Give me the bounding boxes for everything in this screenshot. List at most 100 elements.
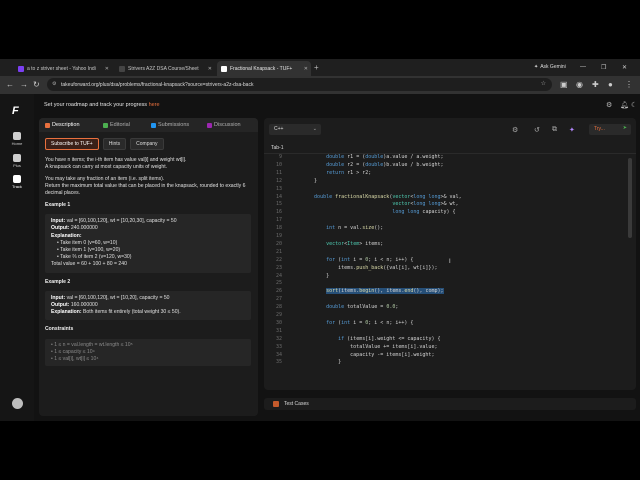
browser-tab[interactable]: Strivers A2Z DSA Course/Sheet ✕ bbox=[115, 61, 215, 76]
tab-label: Description bbox=[52, 122, 80, 128]
code-line: sort(items.begin(), items.end(), comp); bbox=[326, 288, 444, 295]
track-icon bbox=[13, 175, 21, 183]
step-text: Take item 1 (v=100, w=20) bbox=[60, 247, 121, 254]
ask-gemini-button[interactable]: ✦ Ask Gemini bbox=[534, 64, 566, 70]
line-number: 35 bbox=[275, 359, 282, 366]
profile-icon[interactable]: ● bbox=[608, 80, 613, 89]
tab-submissions[interactable]: Submissions bbox=[151, 122, 189, 128]
explanation-step: • Take item 1 (v=100, w=20) bbox=[57, 247, 121, 254]
site-info-icon[interactable]: ⚙ bbox=[52, 81, 56, 87]
close-tab-icon[interactable]: ✕ bbox=[304, 66, 308, 72]
code-line: vector<long long>& wt, bbox=[392, 201, 459, 208]
extension-icon[interactable]: ▣ bbox=[560, 80, 568, 89]
company-button[interactable]: Company bbox=[130, 138, 164, 150]
tab-description[interactable]: Description bbox=[45, 122, 80, 128]
reset-icon[interactable]: ↺ bbox=[534, 126, 540, 134]
problem-tabs: Description Editorial Submissions Discus… bbox=[39, 118, 258, 132]
bookmark-star-icon[interactable]: ☆ bbox=[541, 80, 546, 87]
scroll-fade bbox=[39, 408, 258, 416]
copy-icon[interactable]: ⧉ bbox=[552, 126, 557, 134]
ai-assist-icon[interactable]: ✦ bbox=[569, 126, 575, 134]
tab-editorial[interactable]: Editorial bbox=[103, 122, 130, 128]
ask-gemini-label: Ask Gemini bbox=[540, 64, 566, 70]
input-label: Input: bbox=[51, 294, 66, 301]
explanation-label: Explanation: bbox=[51, 309, 82, 316]
editorial-icon bbox=[103, 122, 108, 128]
settings-icon[interactable]: ⚙ bbox=[512, 126, 518, 134]
constraint-item: • 1 ≤ val[i], wt[i] ≤ 10⁴ bbox=[51, 356, 99, 363]
example-1-title: Example 1 bbox=[45, 202, 71, 209]
notification-icon[interactable]: 🔔︎ bbox=[620, 101, 629, 109]
tab-label: Editorial bbox=[110, 122, 130, 128]
line-number: 10 bbox=[275, 161, 282, 168]
address-bar[interactable]: ⚙ takeuforward.org/plus/dsa/problems/fra… bbox=[47, 78, 552, 91]
code-line: return r1 > r2; bbox=[326, 169, 372, 176]
home-icon bbox=[13, 132, 21, 140]
nav-label: Plus bbox=[13, 163, 21, 168]
forward-icon[interactable]: → bbox=[20, 80, 28, 89]
line-number: 23 bbox=[275, 264, 282, 271]
constraints-title: Constraints bbox=[45, 326, 74, 333]
back-icon[interactable]: ← bbox=[6, 80, 14, 89]
line-number: 12 bbox=[275, 177, 282, 184]
constraint-item: • 1 ≤ n = val.length = wt.length ≤ 10⁵ bbox=[51, 341, 133, 348]
minimize-icon[interactable]: — bbox=[580, 64, 586, 70]
code-editor[interactable]: 9 double r1 = (double)a.value / a.weight… bbox=[264, 154, 636, 390]
navigation-bar: ← → ↻ ⚙ takeuforward.org/plus/dsa/proble… bbox=[0, 76, 640, 94]
line-number: 33 bbox=[275, 343, 282, 350]
language-select[interactable]: C++ ⌄ bbox=[269, 124, 321, 135]
nav-home[interactable]: Home bbox=[0, 132, 34, 146]
theme-toggle-icon[interactable]: ☾ bbox=[631, 101, 637, 109]
editor-tabs: Tab-1 bbox=[264, 142, 636, 154]
input-label: Input: bbox=[51, 218, 66, 225]
code-line: items.push_back({val[i], wt[i]}); bbox=[302, 264, 438, 271]
explanation-step: • Take ⅔ of item 2 (v=120, w=30) bbox=[57, 254, 132, 261]
settings-icon[interactable]: ⚙ bbox=[606, 101, 612, 109]
example-output: 240.000000 bbox=[70, 225, 98, 232]
code-line: vector<Item> items; bbox=[326, 240, 384, 247]
close-window-icon[interactable]: ✕ bbox=[622, 64, 627, 71]
tuf-favicon-icon bbox=[119, 65, 125, 72]
line-number: 34 bbox=[275, 351, 282, 358]
line-number: 26 bbox=[275, 288, 282, 295]
line-number: 11 bbox=[275, 169, 282, 176]
line-number: 31 bbox=[275, 327, 282, 334]
constraint-text: 1 ≤ val[i], wt[i] ≤ 10⁴ bbox=[54, 356, 99, 363]
line-number: 24 bbox=[275, 272, 282, 279]
line-number: 20 bbox=[275, 240, 282, 247]
browser-tab[interactable]: a to z striver sheet - Yahoo Indi ✕ bbox=[14, 61, 112, 76]
code-line: long long capacity) { bbox=[392, 209, 456, 216]
chrome-menu-icon[interactable]: ⋮ bbox=[625, 80, 633, 89]
hints-button[interactable]: Hints bbox=[102, 138, 127, 150]
statement-line: Return the maximum total value that can … bbox=[45, 183, 246, 197]
extension-icon[interactable]: ◉ bbox=[576, 80, 583, 89]
run-label: Try... bbox=[594, 126, 605, 132]
subscribe-button[interactable]: Subscribe to TUF+ bbox=[45, 138, 99, 150]
code-line: capacity -= items[i].weight; bbox=[302, 351, 435, 358]
editor-tab[interactable]: Tab-1 bbox=[271, 145, 284, 151]
close-tab-icon[interactable]: ✕ bbox=[208, 66, 212, 72]
code-line: } bbox=[302, 177, 318, 184]
nav-track[interactable]: Track bbox=[0, 175, 34, 189]
code-line: for (int i = 0; i < n; i++) { bbox=[326, 256, 414, 263]
problem-panel: Description Editorial Submissions Discus… bbox=[39, 118, 258, 416]
extensions-puzzle-icon[interactable]: ✚ bbox=[592, 80, 599, 89]
browser-tab-active[interactable]: Fractional Knapsack - TUF+ ✕ bbox=[217, 61, 311, 76]
run-button[interactable]: Try... ➤ bbox=[589, 124, 631, 135]
tuf-favicon-icon bbox=[221, 65, 227, 72]
new-tab-icon[interactable]: + bbox=[314, 63, 319, 72]
roadmap-link[interactable]: here bbox=[149, 102, 160, 108]
tab-discussion[interactable]: Discussion bbox=[207, 122, 241, 128]
constraint-item: • 1 ≤ capacity ≤ 10⁹ bbox=[51, 348, 95, 355]
test-cases-bar[interactable]: Test Cases bbox=[264, 398, 636, 410]
language-value: C++ bbox=[274, 126, 284, 132]
line-number: 18 bbox=[275, 225, 282, 232]
reload-icon[interactable]: ↻ bbox=[33, 80, 40, 89]
maximize-icon[interactable]: ❐ bbox=[601, 64, 606, 71]
tuf-logo-icon[interactable]: F bbox=[12, 105, 24, 117]
avatar[interactable] bbox=[12, 398, 23, 409]
close-tab-icon[interactable]: ✕ bbox=[105, 66, 109, 72]
editor-scrollbar[interactable] bbox=[628, 158, 632, 238]
nav-plus[interactable]: Plus bbox=[0, 154, 34, 168]
problem-description: You have n items; the i-th item has valu… bbox=[45, 157, 251, 367]
